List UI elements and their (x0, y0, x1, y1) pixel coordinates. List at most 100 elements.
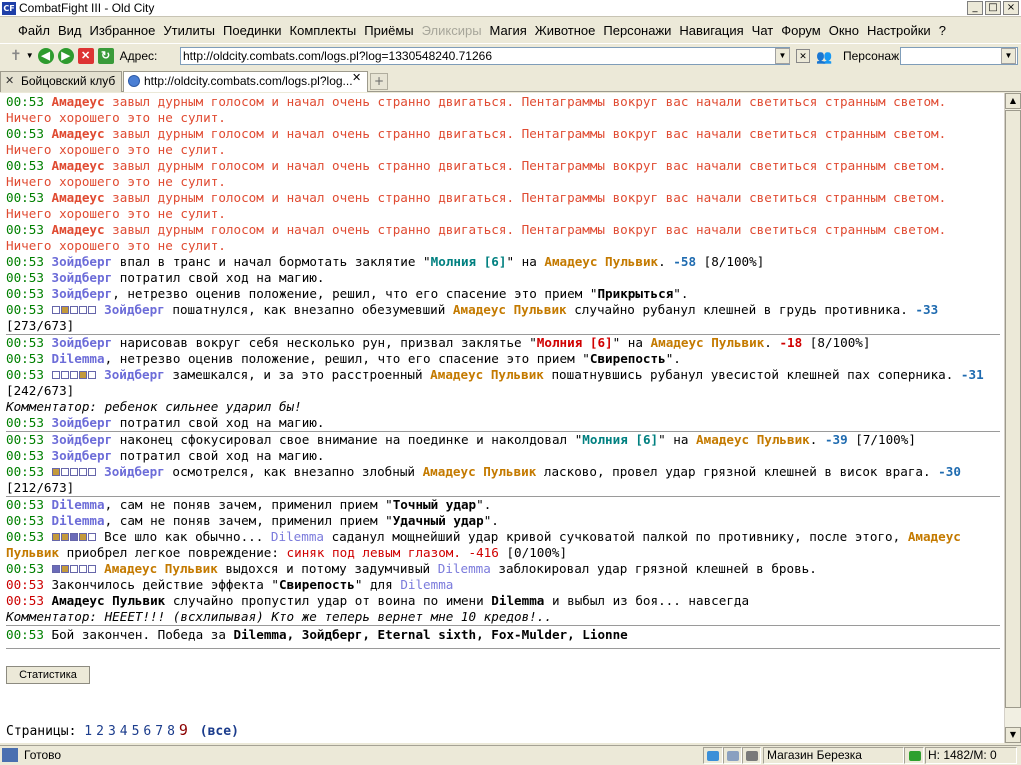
player-name[interactable]: Зойдберг (52, 254, 113, 269)
menu-file[interactable]: Файл (14, 23, 54, 38)
minimize-button[interactable]: _ (967, 1, 983, 15)
player-name[interactable]: Зойдберг (104, 302, 165, 317)
page-link[interactable]: 8 (167, 724, 175, 739)
stop-icon[interactable]: ✕ (77, 47, 94, 64)
menu-view[interactable]: Вид (54, 23, 86, 38)
player-name[interactable]: Амадеус Пульвик (104, 561, 218, 576)
scroll-thumb[interactable] (1005, 110, 1021, 708)
menu-characters[interactable]: Персонажи (599, 23, 675, 38)
address-dropdown-icon[interactable]: ▼ (775, 48, 790, 64)
log-entry: 00:53 Зойдберг, нетрезво оценив положени… (6, 286, 689, 301)
statistics-button[interactable]: Статистика (6, 666, 90, 684)
menu-settings[interactable]: Настройки (863, 23, 935, 38)
hp-mana-readout: H: 1482/M: 0 (925, 747, 1017, 764)
back-icon[interactable]: ◀ (37, 47, 54, 64)
menu-utilities[interactable]: Утилиты (159, 23, 219, 38)
pin-icon[interactable]: ✝ (10, 47, 22, 64)
new-tab-button[interactable]: + (370, 73, 388, 90)
player-name[interactable]: Dilemma (438, 561, 491, 576)
player-name[interactable]: Зойдберг (52, 270, 113, 285)
chevron-down-icon[interactable]: ▼ (26, 51, 34, 60)
forward-icon[interactable]: ▶ (57, 47, 74, 64)
player-name[interactable]: Амадеус Пульвик (423, 464, 537, 479)
hit-zone-icon (69, 371, 78, 379)
menu-sets[interactable]: Комплекты (286, 23, 361, 38)
page-link[interactable]: 1 (84, 724, 92, 739)
scroll-down-icon[interactable]: ▼ (1005, 727, 1021, 743)
player-name[interactable]: Зойдберг (104, 464, 165, 479)
player-name[interactable]: Амадеус (52, 222, 105, 237)
maximize-button[interactable]: □ (985, 1, 1001, 15)
lock-icon[interactable] (742, 747, 761, 764)
hit-zone-icon (78, 306, 87, 314)
player-name[interactable]: Зойдберг (52, 432, 113, 447)
player-name[interactable]: Dilemma (271, 529, 324, 544)
page-link[interactable]: 2 (96, 724, 104, 739)
menu-battles[interactable]: Поединки (219, 23, 286, 38)
player-name[interactable]: Dilemma (491, 593, 544, 608)
hit-zone-icon (51, 306, 60, 314)
page-link[interactable]: 5 (132, 724, 140, 739)
tab-fight-club[interactable]: ✕ Бойцовский клуб (0, 71, 122, 92)
character-dropdown-icon[interactable]: ▼ (1001, 48, 1016, 64)
player-name[interactable]: Зойдберг (52, 335, 113, 350)
log-time: 00:53 (6, 497, 44, 512)
menu-window[interactable]: Окно (825, 23, 863, 38)
player-name[interactable]: Амадеус (52, 190, 105, 205)
refresh-status-icon[interactable] (904, 747, 924, 764)
player-name[interactable]: Амадеус Пульвик (430, 367, 544, 382)
address-input[interactable]: http://oldcity.combats.com/logs.pl?log=1… (180, 47, 790, 65)
player-name[interactable]: Dilemma (52, 513, 105, 528)
player-name[interactable]: Dilemma (400, 577, 453, 592)
player-name[interactable]: Амадеус (52, 94, 105, 109)
page-link[interactable]: 3 (108, 724, 116, 739)
player-name[interactable]: Амадеус (52, 158, 105, 173)
refresh-icon[interactable]: ↻ (97, 47, 114, 64)
technique-name: Свирепость (589, 351, 666, 366)
player-name[interactable]: Амадеус (52, 126, 105, 141)
sync-icon[interactable] (703, 747, 723, 764)
menu-forum[interactable]: Форум (777, 23, 825, 38)
menu-animal[interactable]: Животное (531, 23, 600, 38)
close-window-button[interactable]: × (1003, 1, 1019, 15)
page-link[interactable]: 6 (143, 724, 151, 739)
player-name[interactable]: Амадеус Пульвик (544, 254, 658, 269)
player-name[interactable]: Зойдберг (104, 367, 165, 382)
notes-icon[interactable] (723, 747, 742, 764)
clear-icon[interactable]: ✕ (796, 49, 810, 63)
hit-zone-icon (51, 468, 60, 476)
player-name[interactable]: Амадеус Пульвик (453, 302, 567, 317)
log-entry: 00:53 Все шло как обычно... Dilemma сада… (6, 529, 961, 560)
menu-chat[interactable]: Чат (748, 23, 778, 38)
page-link[interactable]: 4 (120, 724, 128, 739)
player-name[interactable]: Зойдберг (52, 286, 113, 301)
player-name[interactable]: Dilemma (52, 351, 105, 366)
menu-navigation[interactable]: Навигация (675, 23, 747, 38)
log-entry: 00:53 Закончилось действие эффекта "Свир… (6, 577, 454, 592)
all-pages-link[interactable]: (все) (200, 724, 239, 739)
tab-close-icon[interactable]: ✕ (352, 71, 361, 84)
menu-magic[interactable]: Магия (486, 23, 531, 38)
vertical-scrollbar[interactable]: ▲ ▼ (1004, 93, 1021, 743)
hit-zone-icon (69, 306, 78, 314)
tab-log[interactable]: http://oldcity.combats.com/logs.pl?log..… (123, 71, 368, 92)
menu-techniques[interactable]: Приёмы (360, 23, 417, 38)
tab-close-icon[interactable]: ✕ (5, 72, 14, 91)
menu-elixirs: Эликсиры (421, 23, 482, 38)
scroll-up-icon[interactable]: ▲ (1005, 93, 1021, 109)
window-controls: _ □ × (967, 1, 1019, 15)
log-time: 00:53 (6, 94, 44, 109)
player-name[interactable]: Амадеус Пульвик (651, 335, 765, 350)
window-title: CombatFight III - Old City (19, 1, 155, 15)
player-name[interactable]: Амадеус Пульвик (696, 432, 810, 447)
menu-help[interactable]: ? (935, 23, 950, 38)
player-name[interactable]: Dilemma (52, 497, 105, 512)
page-link[interactable]: 7 (155, 724, 163, 739)
player-name[interactable]: Амадеус Пульвик (52, 593, 166, 608)
hit-zone-icon (78, 533, 87, 541)
users-icon[interactable]: 👥 (816, 49, 832, 65)
player-name[interactable]: Зойдберг (52, 448, 113, 463)
spell-name: Молния [6] (582, 432, 659, 447)
menu-favorites[interactable]: Избранное (86, 23, 160, 38)
player-name[interactable]: Зойдберг (52, 415, 113, 430)
